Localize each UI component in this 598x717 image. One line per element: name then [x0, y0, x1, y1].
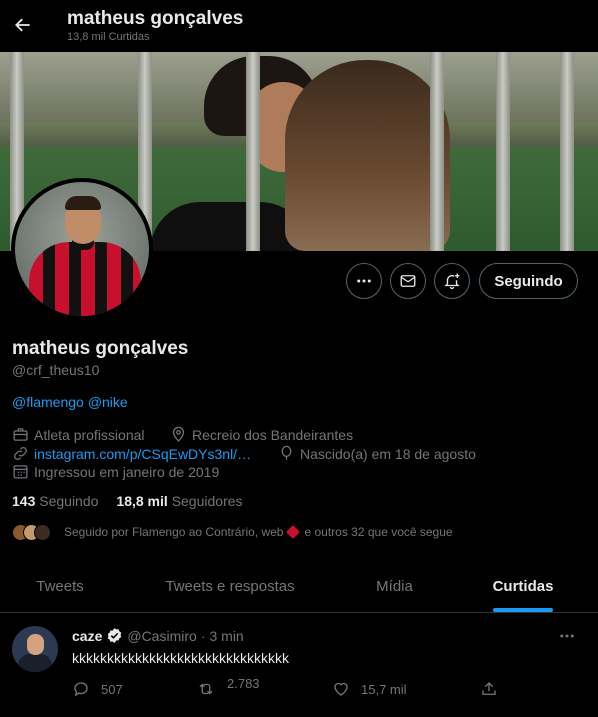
back-arrow-icon[interactable]: [10, 10, 36, 40]
profile-tabs: Tweets Tweets e respostas Mídia Curtidas: [0, 560, 598, 613]
tweet-more-icon[interactable]: [558, 627, 576, 650]
profile-website[interactable]: instagram.com/p/CSqEwDYs3nl/…: [12, 445, 251, 462]
heart-icon: [334, 682, 348, 696]
tab-likes[interactable]: Curtidas: [470, 560, 576, 613]
followers-link[interactable]: 18,8 mil Seguidores: [116, 493, 242, 509]
bell-plus-icon: [444, 273, 460, 290]
following-link[interactable]: 143 Seguindo: [12, 493, 98, 509]
profile-avatar[interactable]: [11, 178, 153, 320]
profile-joined: Ingressou em janeiro de 2019: [12, 463, 219, 480]
profile-name: matheus gonçalves: [12, 338, 189, 359]
profile-bio: @flamengo @nike: [12, 394, 132, 410]
tab-tweets[interactable]: Tweets: [0, 560, 120, 613]
tweet-author-name[interactable]: caze: [72, 628, 102, 644]
profile-location: Recreio dos Bandeirantes: [170, 426, 353, 443]
banner-person-hair-2: [285, 60, 450, 251]
bio-link-nike[interactable]: @nike: [88, 394, 128, 410]
header-title: matheus gonçalves: [67, 8, 244, 29]
avatar-shirt: [29, 242, 141, 316]
retweet-icon: [199, 683, 213, 695]
tab-media[interactable]: Mídia: [343, 560, 446, 613]
followed-by-text: Seguido por Flamengo ao Contrário, web e …: [64, 524, 453, 540]
retweet-button[interactable]: 2.783: [196, 676, 260, 698]
tweet-header: caze @Casimiro · 3 min: [72, 627, 244, 644]
follower-avatar: [34, 523, 51, 541]
reply-icon: [74, 682, 88, 697]
banner-post: [246, 52, 260, 251]
dice-emoji-icon: [286, 524, 301, 540]
active-tab-indicator: [493, 608, 553, 612]
more-options-button[interactable]: [346, 263, 382, 299]
share-button[interactable]: [480, 680, 498, 698]
verified-badge-icon: [108, 628, 122, 643]
bio-link-flamengo[interactable]: @flamengo: [12, 394, 84, 410]
banner-post: [496, 52, 510, 251]
retweet-count: 2.783: [227, 675, 260, 691]
tweet-text: kkkkkkkkkkkkkkkkkkkkkkkkkkkkkkk: [72, 650, 289, 666]
avatar-hair: [65, 196, 101, 210]
like-button[interactable]: 15,7 mil: [332, 680, 407, 698]
avatar-face: [27, 634, 44, 655]
tweet-author-avatar[interactable]: [12, 626, 58, 672]
reply-count: 507: [101, 681, 123, 697]
calendar-icon: [13, 465, 28, 479]
balloon-icon: [281, 445, 292, 460]
tweet-author-handle[interactable]: @Casimiro: [127, 628, 196, 644]
message-button[interactable]: [390, 263, 426, 299]
share-icon: [482, 682, 496, 695]
tweet-time[interactable]: 3 min: [209, 628, 243, 644]
link-icon: [14, 447, 27, 460]
banner-post: [430, 52, 444, 251]
avatar-suit: [18, 654, 52, 672]
tab-tweets-and-replies[interactable]: Tweets e respostas: [135, 560, 325, 613]
mail-icon: [400, 275, 416, 287]
header-subtitle: 13,8 mil Curtidas: [67, 31, 150, 43]
following-button[interactable]: Seguindo: [479, 263, 578, 299]
more-icon: [357, 279, 371, 283]
banner-post: [560, 52, 574, 251]
top-bar: matheus gonçalves 13,8 mil Curtidas: [0, 0, 598, 52]
profile-category: Atleta profissional: [12, 426, 145, 443]
profile-birthday: Nascido(a) em 18 de agosto: [278, 445, 476, 462]
like-count: 15,7 mil: [361, 681, 407, 697]
notifications-button[interactable]: [434, 263, 470, 299]
follow-counts: 143 Seguindo 18,8 mil Seguidores: [12, 493, 243, 509]
briefcase-icon: [13, 428, 28, 441]
reply-button[interactable]: 507: [72, 680, 123, 698]
profile-handle: @crf_theus10: [12, 362, 100, 378]
tweet-separator: ·: [200, 627, 206, 644]
followed-by[interactable]: Seguido por Flamengo ao Contrário, web e …: [12, 522, 453, 542]
location-pin-icon: [172, 426, 185, 442]
